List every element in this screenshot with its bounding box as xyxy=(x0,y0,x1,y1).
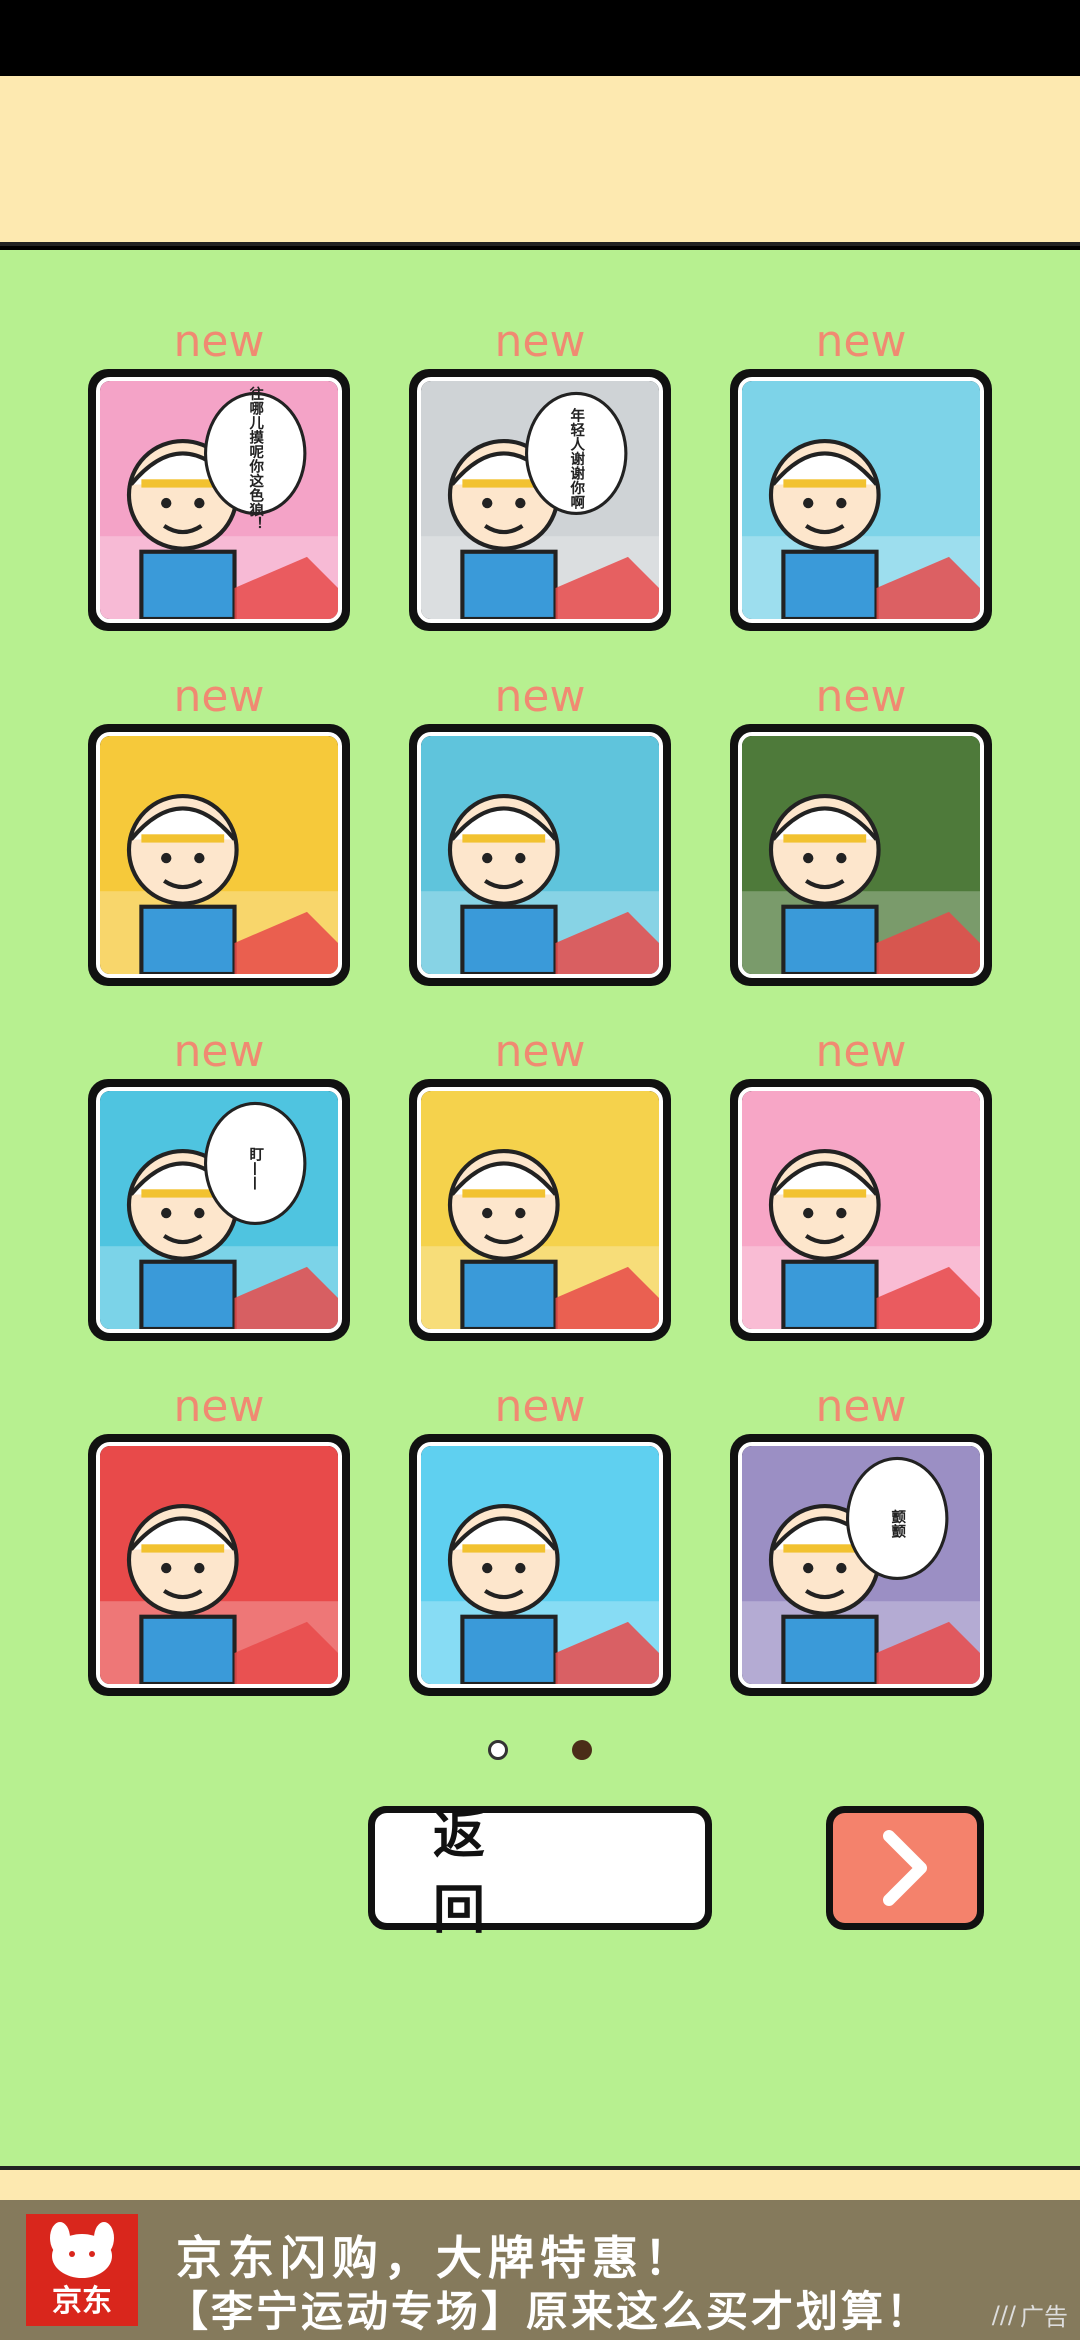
level-card-9[interactable]: new xyxy=(730,1026,992,1341)
new-badge: new xyxy=(494,1026,586,1077)
speech-bubble-text: 颤颤 xyxy=(889,1508,905,1539)
next-page-button[interactable] xyxy=(826,1806,984,1930)
level-thumbnail-frame[interactable] xyxy=(730,724,992,986)
level-card-11[interactable]: new xyxy=(409,1381,671,1696)
level-card-2[interactable]: new 年轻人谢谢你啊 xyxy=(409,316,671,631)
new-badge: new xyxy=(494,671,586,722)
comic-scene-image: 年轻人谢谢你啊 xyxy=(421,381,659,619)
comic-scene-image xyxy=(742,381,980,619)
level-thumbnail-frame[interactable] xyxy=(88,1434,350,1696)
new-badge: new xyxy=(815,1381,907,1432)
ad-banner[interactable]: 京东 京东闪购，大牌特惠！ 【李宁运动专场】原来这么买才划算！ /// 广告 xyxy=(0,2200,1080,2340)
level-select-screen: new 往哪儿摸呢你这色狼！ new 年轻人谢谢你啊 new new new new new 盯—… xyxy=(0,250,1080,2166)
level-card-1[interactable]: new 往哪儿摸呢你这色狼！ xyxy=(88,316,350,631)
comic-scene-image: 颤颤 xyxy=(742,1446,980,1684)
new-badge: new xyxy=(494,316,586,367)
new-badge: new xyxy=(815,316,907,367)
ad-mark-icon: /// xyxy=(991,2300,1016,2329)
new-badge: new xyxy=(173,1381,265,1432)
comic-scene-image: 盯—— xyxy=(100,1091,338,1329)
bottom-band xyxy=(0,2166,1080,2200)
speech-bubble-text: 往哪儿摸呢你这色狼！ xyxy=(247,385,264,531)
comic-scene-image xyxy=(742,736,980,974)
speech-bubble-text: 年轻人谢谢你啊 xyxy=(568,407,585,511)
level-thumbnail-frame[interactable] xyxy=(88,724,350,986)
page-indicator xyxy=(0,1740,1080,1764)
new-badge: new xyxy=(173,671,265,722)
level-card-3[interactable]: new xyxy=(730,316,992,631)
ad-brand: 京东 xyxy=(52,2284,112,2319)
new-badge: new xyxy=(815,1026,907,1077)
comic-scene-image xyxy=(421,736,659,974)
new-badge: new xyxy=(173,316,265,367)
new-badge: new xyxy=(173,1026,265,1077)
level-thumbnail-frame[interactable] xyxy=(409,1079,671,1341)
level-card-4[interactable]: new xyxy=(88,671,350,986)
level-thumbnail-frame[interactable]: 盯—— xyxy=(88,1079,350,1341)
comic-scene-image xyxy=(100,1446,338,1684)
level-thumbnail-frame[interactable] xyxy=(730,1079,992,1341)
level-thumbnail-frame[interactable]: 往哪儿摸呢你这色狼！ xyxy=(88,369,350,631)
comic-scene-image xyxy=(742,1091,980,1329)
chevron-right-icon xyxy=(883,1830,927,1906)
level-card-8[interactable]: new xyxy=(409,1026,671,1341)
level-card-12[interactable]: new 颤颤 xyxy=(730,1381,992,1696)
comic-scene-image xyxy=(421,1446,659,1684)
comic-scene-image: 往哪儿摸呢你这色狼！ xyxy=(100,381,338,619)
comic-scene-image xyxy=(100,736,338,974)
jd-logo: 京东 xyxy=(26,2214,138,2326)
speech-bubble-text: 盯—— xyxy=(247,1147,263,1191)
level-thumbnail-frame[interactable] xyxy=(730,369,992,631)
back-button[interactable]: 返 回 xyxy=(368,1806,712,1941)
level-card-10[interactable]: new xyxy=(88,1381,350,1696)
ad-badge: /// 广告 xyxy=(992,2297,1068,2332)
comic-scene-image xyxy=(421,1091,659,1329)
level-card-7[interactable]: new 盯—— xyxy=(88,1026,350,1341)
level-card-5[interactable]: new xyxy=(409,671,671,986)
level-thumbnail-frame[interactable] xyxy=(409,724,671,986)
status-bar xyxy=(0,0,1080,76)
ad-badge-label: 广告 xyxy=(1020,2303,1068,2331)
ad-subline: 【李宁运动专场】原来这么买才划算！ xyxy=(166,2287,932,2336)
top-banner xyxy=(0,76,1080,246)
level-thumbnail-frame[interactable] xyxy=(409,1434,671,1696)
level-thumbnail-frame[interactable]: 颤颤 xyxy=(730,1434,992,1696)
new-badge: new xyxy=(494,1381,586,1432)
page-dot-2-active[interactable] xyxy=(572,1740,592,1760)
new-badge: new xyxy=(815,671,907,722)
back-button-label: 返 回 xyxy=(375,1806,705,1941)
level-card-6[interactable]: new xyxy=(730,671,992,986)
level-thumbnail-frame[interactable]: 年轻人谢谢你啊 xyxy=(409,369,671,631)
page-dot-1[interactable] xyxy=(488,1740,508,1760)
